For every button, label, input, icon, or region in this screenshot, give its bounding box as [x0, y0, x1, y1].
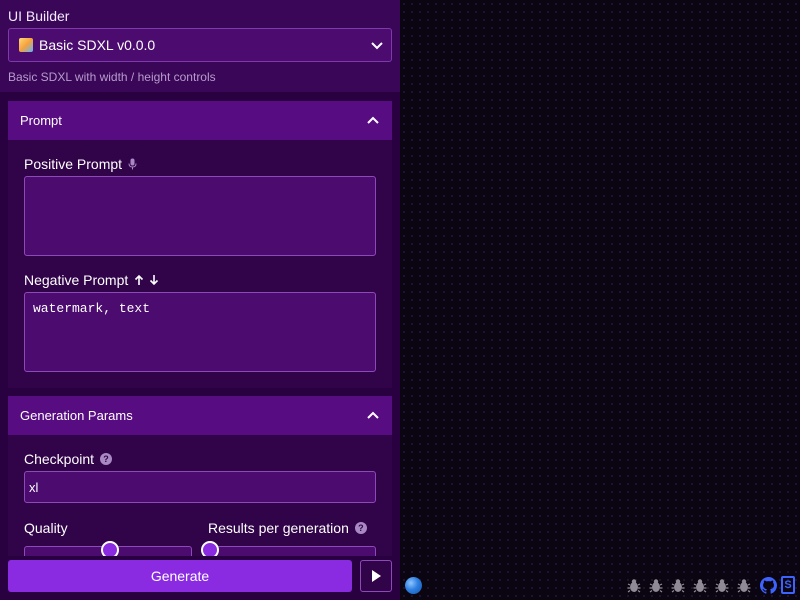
chevron-down-icon: [371, 42, 383, 50]
positive-prompt-label-text: Positive Prompt: [24, 156, 123, 172]
chevron-up-icon: [367, 116, 379, 124]
bug-icon[interactable]: [649, 578, 663, 593]
status-indicator-icon: [405, 577, 422, 594]
ui-builder-title: UI Builder: [8, 8, 70, 24]
positive-prompt-input[interactable]: [24, 176, 376, 256]
help-icon[interactable]: ?: [100, 453, 113, 465]
discord-icon[interactable]: S: [781, 576, 795, 594]
ui-select-value: Basic SDXL v0.0.0: [39, 37, 156, 53]
prompt-section: Prompt Positive Prompt Negative Prompt: [8, 101, 392, 388]
ui-description: Basic SDXL with width / height controls: [8, 70, 216, 84]
picture-emoji-icon: [19, 38, 33, 52]
prompt-section-header[interactable]: Prompt: [8, 101, 392, 140]
checkpoint-label-text: Checkpoint: [24, 451, 95, 467]
results-per-generation-label: Results per generation ?: [208, 520, 367, 536]
results-per-generation-label-text: Results per generation: [208, 520, 349, 536]
negative-prompt-label: Negative Prompt: [24, 272, 160, 288]
arrow-up-down-icon[interactable]: [134, 274, 160, 286]
help-icon[interactable]: ?: [354, 522, 367, 534]
bug-icon[interactable]: [627, 578, 641, 593]
generate-button[interactable]: Generate: [8, 560, 352, 592]
positive-prompt-label: Positive Prompt: [24, 156, 137, 172]
run-button[interactable]: [360, 560, 392, 592]
generation-params-title: Generation Params: [20, 408, 133, 423]
quality-label: Quality: [24, 520, 68, 536]
bug-icon[interactable]: [693, 578, 707, 593]
chevron-up-icon: [367, 411, 379, 419]
generation-params-section: Generation Params Checkpoint ? Quality R…: [8, 396, 392, 556]
results-slider-thumb[interactable]: [201, 541, 219, 556]
bug-icon[interactable]: [715, 578, 729, 593]
ui-select-dropdown[interactable]: Basic SDXL v0.0.0: [8, 28, 392, 62]
play-icon: [372, 570, 381, 582]
checkpoint-label: Checkpoint ?: [24, 451, 113, 467]
microphone-icon[interactable]: [128, 158, 137, 170]
ui-builder-header: UI Builder Basic SDXL v0.0.0 Basic SDXL …: [0, 0, 400, 92]
bug-icon[interactable]: [671, 578, 685, 593]
quality-label-text: Quality: [24, 520, 68, 536]
results-slider-track[interactable]: [208, 546, 376, 556]
github-icon[interactable]: [760, 577, 777, 594]
negative-prompt-input[interactable]: [24, 292, 376, 372]
negative-prompt-label-text: Negative Prompt: [24, 272, 129, 288]
checkpoint-input[interactable]: [24, 471, 376, 503]
prompt-section-title: Prompt: [20, 113, 62, 128]
bug-icon[interactable]: [737, 578, 751, 593]
side-panel: UI Builder Basic SDXL v0.0.0 Basic SDXL …: [0, 0, 400, 600]
canvas-area[interactable]: [400, 0, 800, 600]
quality-slider-thumb[interactable]: [101, 541, 119, 556]
generation-params-header[interactable]: Generation Params: [8, 396, 392, 435]
